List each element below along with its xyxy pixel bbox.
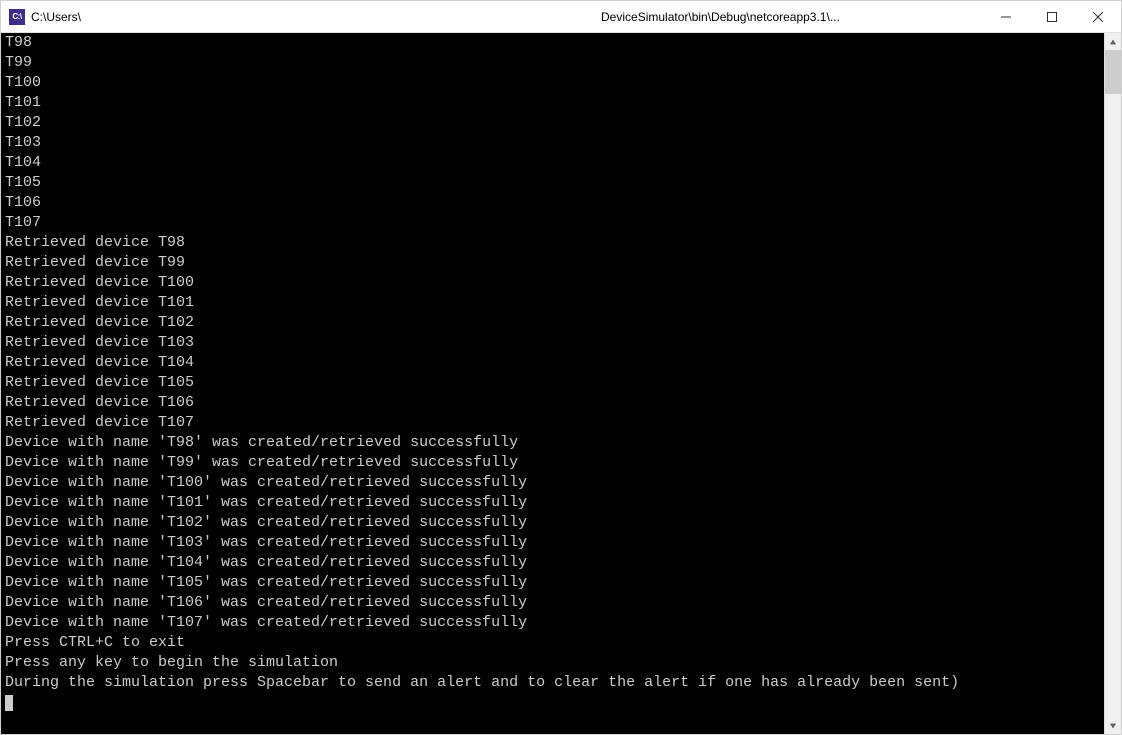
console-line: Retrieved device T98 (5, 233, 1100, 253)
console-line: Retrieved device T106 (5, 393, 1100, 413)
console-line: T103 (5, 133, 1100, 153)
scrollbar-track[interactable] (1105, 50, 1121, 717)
console-line: Device with name 'T101' was created/retr… (5, 493, 1100, 513)
console-line: T98 (5, 33, 1100, 53)
window-title: C:\Users\ DeviceSimulator\bin\Debug\netco… (31, 10, 983, 24)
vertical-scrollbar[interactable] (1104, 33, 1121, 734)
chevron-down-icon (1109, 722, 1117, 730)
console-line: Device with name 'T98' was created/retri… (5, 433, 1100, 453)
window-frame: C:\ C:\Users\ DeviceSimulator\bin\Debug\n… (0, 0, 1122, 735)
console-line: T102 (5, 113, 1100, 133)
console-line: T107 (5, 213, 1100, 233)
console-line: Device with name 'T100' was created/retr… (5, 473, 1100, 493)
console-line: Retrieved device T101 (5, 293, 1100, 313)
console-line: T105 (5, 173, 1100, 193)
console-line: During the simulation press Spacebar to … (5, 673, 1100, 693)
console-line: Device with name 'T105' was created/retr… (5, 573, 1100, 593)
app-icon: C:\ (9, 9, 25, 25)
console-line: Retrieved device T103 (5, 333, 1100, 353)
console-line: T99 (5, 53, 1100, 73)
console-cursor (5, 695, 13, 711)
console-line: Retrieved device T102 (5, 313, 1100, 333)
console-line: Device with name 'T102' was created/retr… (5, 513, 1100, 533)
console-line: T100 (5, 73, 1100, 93)
scrollbar-up-button[interactable] (1105, 33, 1121, 50)
console-line: Device with name 'T106' was created/retr… (5, 593, 1100, 613)
close-button[interactable] (1075, 1, 1121, 33)
console-line: Device with name 'T99' was created/retri… (5, 453, 1100, 473)
chevron-up-icon (1109, 38, 1117, 46)
console-line: Retrieved device T104 (5, 353, 1100, 373)
maximize-button[interactable] (1029, 1, 1075, 33)
console-line: Retrieved device T105 (5, 373, 1100, 393)
console-line: Device with name 'T104' was created/retr… (5, 553, 1100, 573)
title-prefix: C:\Users\ (31, 10, 81, 24)
console-line: T104 (5, 153, 1100, 173)
console-line: Press any key to begin the simulation (5, 653, 1100, 673)
title-bar[interactable]: C:\ C:\Users\ DeviceSimulator\bin\Debug\n… (1, 1, 1121, 33)
console-line: Press CTRL+C to exit (5, 633, 1100, 653)
console-line: Device with name 'T103' was created/retr… (5, 533, 1100, 553)
maximize-icon (1047, 12, 1057, 22)
console-line: Retrieved device T100 (5, 273, 1100, 293)
content-area: T98T99T100T101T102T103T104T105T106T107Re… (1, 33, 1121, 734)
close-icon (1093, 12, 1103, 22)
console-output[interactable]: T98T99T100T101T102T103T104T105T106T107Re… (1, 33, 1104, 734)
minimize-icon (1001, 12, 1011, 22)
console-line: Device with name 'T107' was created/retr… (5, 613, 1100, 633)
title-suffix: DeviceSimulator\bin\Debug\netcoreapp3.1\… (601, 10, 840, 24)
scrollbar-down-button[interactable] (1105, 717, 1121, 734)
minimize-button[interactable] (983, 1, 1029, 33)
scrollbar-thumb[interactable] (1105, 50, 1121, 94)
console-line: Retrieved device T107 (5, 413, 1100, 433)
console-line: T101 (5, 93, 1100, 113)
console-line: Retrieved device T99 (5, 253, 1100, 273)
console-line: T106 (5, 193, 1100, 213)
